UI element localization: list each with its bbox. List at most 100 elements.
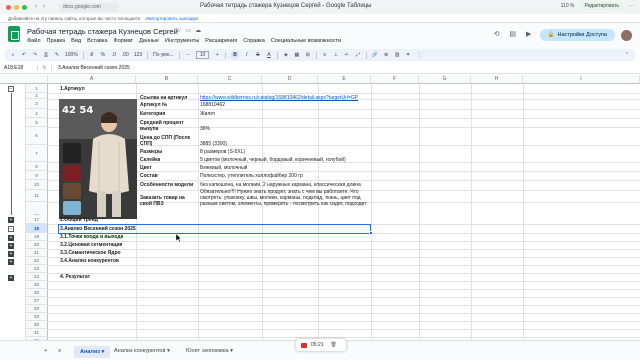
edit-mode-button[interactable]: Редактировать xyxy=(580,2,623,10)
cell-a19[interactable]: 3.1.Точки входа и выхода xyxy=(60,234,123,240)
currency-button[interactable]: ₽ xyxy=(89,52,95,58)
history-icon[interactable]: ⟲ xyxy=(492,30,502,40)
row-number[interactable]: 20 xyxy=(26,241,48,249)
fill-handle[interactable] xyxy=(369,231,373,235)
row-number[interactable]: 8 xyxy=(26,162,48,171)
formula-input[interactable]: 3.Анализ Весенний сезон 2025 xyxy=(52,65,130,71)
undo-icon[interactable]: ↶ xyxy=(21,52,27,58)
cell-color-value[interactable]: Бежевый, молочный xyxy=(200,165,247,171)
cell-a22[interactable]: 3.4.Анализ конкурентов xyxy=(60,258,119,264)
row-number[interactable]: 23 xyxy=(26,265,48,273)
back-icon[interactable]: ‹ xyxy=(35,4,37,10)
group-collapse-button[interactable]: − xyxy=(8,226,14,232)
menu-view[interactable]: Вид xyxy=(71,38,81,44)
tab-analysis[interactable]: Анализ ▾ xyxy=(74,346,111,358)
trash-icon[interactable]: 🗑 xyxy=(331,342,337,348)
cell-a1[interactable]: 1.Артикул xyxy=(60,86,85,92)
col-header-g[interactable]: G xyxy=(419,75,471,84)
number-format-button[interactable]: 123 xyxy=(134,52,142,58)
cell-pct-value[interactable]: 36% xyxy=(200,126,210,132)
row-number[interactable]: 22 xyxy=(26,257,48,265)
font-select[interactable]: По умо... xyxy=(153,52,174,58)
italic-button[interactable]: I xyxy=(244,52,250,58)
cell-size-label[interactable]: Размеры xyxy=(140,149,162,155)
row-number[interactable]: 7 xyxy=(26,145,48,162)
cell-color-label[interactable]: Цвет xyxy=(140,165,152,171)
menu-format[interactable]: Формат xyxy=(114,38,134,44)
wrap-icon[interactable]: ↵ xyxy=(344,52,350,58)
cell-art-label[interactable]: Артикул № xyxy=(140,102,167,108)
group-expand-button[interactable]: + xyxy=(8,235,14,241)
menu-file[interactable]: Файл xyxy=(27,38,41,44)
meet-icon[interactable]: ▶ xyxy=(524,30,534,40)
product-link[interactable]: https://www.wildberries.ru/catalog/16881… xyxy=(200,95,358,101)
row-number[interactable]: 27 xyxy=(26,297,48,305)
cell-a24[interactable]: 4. Результат xyxy=(60,274,90,280)
valign-icon[interactable]: ⊥ xyxy=(333,52,339,58)
col-header-h[interactable]: H xyxy=(471,75,523,84)
comment-add-icon[interactable]: ⊕ xyxy=(383,52,389,58)
merge-icon[interactable]: ⊞ xyxy=(305,52,311,58)
cell-cat-value[interactable]: Жилет xyxy=(200,111,215,117)
row-number[interactable]: 1 xyxy=(26,84,48,93)
cell-link-label[interactable]: Ссылка на артикул xyxy=(140,95,187,101)
group-expand-button[interactable]: + xyxy=(8,243,14,249)
link-icon[interactable]: 🔗 xyxy=(372,52,378,58)
filter-icon[interactable]: ⏷ xyxy=(405,52,411,58)
col-header-d[interactable]: D xyxy=(262,75,318,84)
cell-size-value[interactable]: 8 размеров (S-5XL) xyxy=(200,149,245,155)
cell-order-label-2[interactable]: свой ПВЗ xyxy=(140,201,164,207)
menu-insert[interactable]: Вставка xyxy=(87,38,107,44)
comment-icon[interactable]: ▤ xyxy=(508,30,518,40)
row-number[interactable]: 6 xyxy=(26,127,48,145)
recording-widget[interactable]: 05:21 🗑 xyxy=(296,339,346,351)
row-number[interactable]: 24 xyxy=(26,273,48,281)
row-number[interactable]: 10 xyxy=(26,180,48,190)
zoom-indicator[interactable]: 110 % xyxy=(561,3,575,9)
tab-competitors[interactable]: Анализ конкурентов ▾ xyxy=(114,348,170,354)
col-header-b[interactable]: B xyxy=(136,75,198,84)
cell-glue-value[interactable]: 5 цветов (молочный, черный, бордовый, ко… xyxy=(200,157,370,163)
decrease-decimal-button[interactable]: .0 xyxy=(111,52,117,58)
sheets-logo-icon[interactable] xyxy=(8,26,20,42)
row-number[interactable]: 25 xyxy=(26,281,48,289)
traffic-lights[interactable] xyxy=(6,4,27,10)
cell-a21[interactable]: 3.3.Семантическое Ядро xyxy=(60,250,121,256)
menu-accessibility[interactable]: Специальные возможности xyxy=(271,38,341,44)
row-number[interactable]: 19 xyxy=(26,233,48,241)
row-number-selected[interactable]: 18 xyxy=(26,224,48,233)
paint-format-icon[interactable]: ✎ xyxy=(54,52,60,58)
cell-price-value[interactable]: 3885 (3300) xyxy=(200,141,227,147)
url-bar[interactable]: docs.google.com xyxy=(59,2,119,12)
row-number[interactable]: 31 xyxy=(26,329,48,337)
group-expand-button[interactable]: + xyxy=(8,217,14,223)
close-icon[interactable] xyxy=(6,4,11,10)
move-icon[interactable]: ▭ xyxy=(185,27,191,34)
row-number[interactable]: 29 xyxy=(26,313,48,321)
record-stop-icon[interactable] xyxy=(301,342,307,348)
row-number[interactable]: 30 xyxy=(26,321,48,329)
cell-pct-label-2[interactable]: выкупа xyxy=(140,126,158,132)
group-expand-button[interactable]: + xyxy=(8,251,14,257)
import-bookmarks-link[interactable]: Импортировать закладки xyxy=(146,16,198,21)
cell-link-value[interactable]: https://www.wildberries.ru/catalog/16881… xyxy=(200,95,370,101)
font-size-input[interactable]: 10 xyxy=(195,51,210,59)
star-icon[interactable]: ☆ xyxy=(176,27,181,34)
cell-a20[interactable]: 3.2.Ценовая сегментация xyxy=(60,242,122,248)
group-expand-button[interactable]: + xyxy=(8,259,14,265)
row-number[interactable]: 5 xyxy=(26,118,48,127)
zoom-select[interactable]: 100% xyxy=(65,52,78,58)
collapse-toolbar-icon[interactable]: ⌃ xyxy=(624,52,630,58)
group-collapse-button[interactable]: − xyxy=(8,86,14,92)
minimize-icon[interactable] xyxy=(14,4,19,10)
cell-feat-label[interactable]: Особенности модели xyxy=(140,182,193,188)
cell-comp-label[interactable]: Состав xyxy=(140,173,158,179)
col-header-f[interactable]: F xyxy=(371,75,419,84)
row-number[interactable]: 9 xyxy=(26,171,48,180)
cell-order-value-3[interactable]: разным светом, элементы, примерять - пос… xyxy=(200,201,370,207)
row-number[interactable]: 11 xyxy=(26,190,48,202)
row-number[interactable]: 4 xyxy=(26,109,48,118)
cell-art-value[interactable]: 168810462 xyxy=(200,102,225,108)
cloud-icon[interactable]: ☁ xyxy=(195,27,201,34)
menu-dots-icon[interactable]: ⋯ xyxy=(629,3,634,9)
